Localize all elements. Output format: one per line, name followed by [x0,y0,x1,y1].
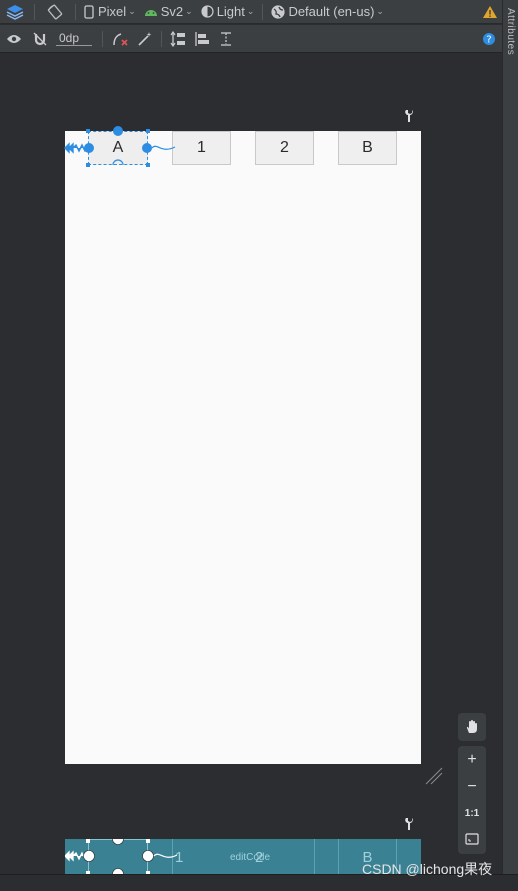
orientation-button[interactable] [39,2,71,22]
zoom-in-button[interactable]: + [458,746,486,774]
locale-selector[interactable]: Default (en-us) ⌄ [267,2,388,22]
clear-constraints-button[interactable] [107,29,133,49]
resize-grip-icon[interactable] [424,766,444,786]
selection-overlay [64,126,176,167]
blueprint-handle-left [83,850,95,862]
separator [34,3,35,20]
default-margin-field[interactable]: 0dp [56,29,92,49]
view-options-button[interactable] [0,29,28,49]
separator [75,3,76,20]
chevron-down-icon: ⌄ [246,6,255,16]
layers-button[interactable] [0,2,30,22]
layout-toolbar: 0dp ? [0,25,502,53]
api-label: Sv2 [160,4,184,19]
watermark: CSDN @lichong果夜 [362,859,492,879]
clear-constraints-icon [113,32,128,46]
blueprint-label-2: 2 [255,848,264,866]
wrench-icon[interactable] [402,817,414,831]
separator [161,30,162,47]
zoom-out-label: − [467,778,477,795]
button-2[interactable]: 2 [255,131,314,165]
zoom-to-fit-button[interactable] [458,826,486,852]
svg-text:?: ? [486,34,491,45]
infer-constraints-button[interactable] [133,29,157,49]
wrench-icon[interactable] [402,109,414,123]
eye-icon [7,34,21,43]
theme-selector[interactable]: Light ⌄ [197,2,259,22]
attributes-label: Attributes [505,8,516,56]
magnet-off-icon [33,32,47,45]
warning-button[interactable] [478,2,502,22]
autoconnect-button[interactable] [28,29,52,49]
zoom-controls: + − 1:1 [458,746,486,854]
constraint-handle-left [84,143,94,153]
zoom-out-button[interactable]: − [458,774,486,800]
magic-wand-icon [138,31,152,46]
pan-button[interactable] [458,713,486,741]
watermark-text: CSDN @lichong果夜 [362,861,493,877]
api-selector[interactable]: Sv2 ⌄ [140,2,197,22]
constraint-handle-right [142,143,152,153]
locale-label: Default (en-us) [288,4,375,19]
device-label: Pixel [98,4,127,19]
zoom-in-label: + [467,751,477,768]
blueprint-button-2[interactable]: 2 [255,839,315,875]
constraint-handle-top [113,126,123,136]
button-1-label: 1 [197,139,206,156]
zoom-actual-size-label: 1:1 [464,807,480,819]
fit-screen-icon [465,833,479,845]
chevron-down-icon: ⌄ [128,6,136,16]
default-margin-value: 0dp [56,31,92,46]
rotate-icon [47,4,63,19]
layers-icon [6,4,24,20]
zoom-actual-size-button[interactable]: 1:1 [458,800,486,826]
theme-label: Light [216,4,245,19]
blueprint-selection-overlay [65,839,178,875]
design-surface[interactable]: A 1 2 B [64,126,421,764]
guidelines-button[interactable] [214,29,238,49]
guidelines-icon [221,31,231,46]
align-icon [195,31,209,46]
button-b-label: B [362,139,373,156]
separator [262,3,264,20]
help-icon: ? [483,32,495,45]
chevron-down-icon: ⌄ [185,6,193,16]
attributes-panel-strip[interactable]: Attributes [502,0,518,891]
pack-icon [170,30,185,47]
attributes-tab[interactable]: Attributes [505,8,516,55]
pack-button[interactable] [166,29,190,49]
blueprint-divider [314,839,315,875]
warning-icon [483,5,497,18]
device-selector[interactable]: Pixel ⌄ [80,2,140,22]
blueprint-handle-right [142,850,154,862]
chevron-down-icon: ⌄ [376,6,384,16]
separator [102,30,103,47]
blueprint-handle-top [112,839,124,845]
phone-icon [84,4,94,19]
theme-icon [201,5,214,18]
button-b[interactable]: B [338,131,397,165]
button-2-label: 2 [280,139,289,156]
android-icon [144,9,157,16]
help-button[interactable]: ? [478,29,500,49]
hand-icon [466,720,477,733]
globe-icon [271,4,286,19]
design-toolbar: Pixel ⌄ Sv2 ⌄ Light ⌄ Default (en-us) ⌄ [0,0,502,24]
align-button[interactable] [190,29,214,49]
